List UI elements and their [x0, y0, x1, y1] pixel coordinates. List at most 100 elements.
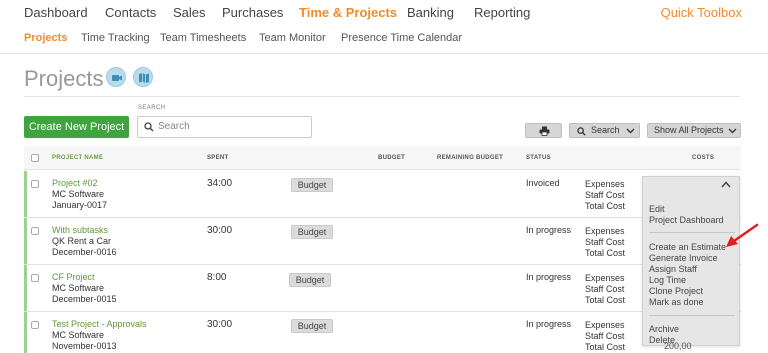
menu-item-create-estimate[interactable]: Create an Estimate: [649, 242, 726, 252]
create-new-project-button[interactable]: Create New Project: [24, 116, 129, 138]
print-icon: [539, 126, 550, 136]
search-button-label: Search: [591, 125, 620, 135]
row-status-bar: [24, 265, 27, 311]
col-costs[interactable]: COSTS: [692, 155, 714, 161]
video-icon[interactable]: [106, 67, 126, 87]
col-project-name[interactable]: PROJECT NAME: [52, 155, 103, 161]
cost-label: Expenses: [585, 320, 625, 330]
nav-reporting[interactable]: Reporting: [474, 5, 530, 20]
budget-button[interactable]: Budget: [291, 178, 333, 192]
menu-item-edit[interactable]: Edit: [649, 204, 665, 214]
cost-label: Staff Cost: [585, 284, 625, 294]
nav-contacts[interactable]: Contacts: [105, 5, 156, 20]
cost-label: Total Cost: [585, 248, 626, 258]
title-divider: [24, 96, 740, 97]
nav-time-projects[interactable]: Time & Projects: [299, 5, 397, 20]
row-checkbox[interactable]: [31, 180, 39, 188]
cost-label: Staff Cost: [585, 237, 625, 247]
chevron-up-icon[interactable]: [721, 181, 731, 188]
status-text: In progress: [526, 225, 572, 235]
budget-button[interactable]: Budget: [289, 273, 331, 287]
row-status-bar: [24, 171, 27, 217]
project-name-link[interactable]: Project #02: [52, 178, 98, 188]
filter-label: Show All Projects: [654, 125, 724, 135]
project-ref: November-0013: [52, 341, 117, 351]
red-arrow-annotation: [726, 223, 759, 247]
budget-button[interactable]: Budget: [291, 225, 333, 239]
menu-item-archive[interactable]: Archive: [649, 324, 679, 334]
top-nav: Dashboard Contacts Sales Purchases Time …: [0, 0, 768, 26]
table-row[interactable]: With subtasks QK Rent a Car December-001…: [24, 218, 741, 265]
subnav-team-monitor[interactable]: Team Monitor: [259, 32, 326, 44]
menu-item-clone-project[interactable]: Clone Project: [649, 286, 703, 296]
search-input[interactable]: Search: [137, 116, 312, 138]
row-checkbox[interactable]: [31, 227, 39, 235]
col-remaining-budget[interactable]: REMAINING BUDGET: [437, 155, 503, 161]
sub-nav: Projects Time Tracking Team Timesheets T…: [0, 26, 768, 54]
chevron-down-icon: [728, 128, 737, 134]
table-row[interactable]: CF Project MC Software December-0015 8:0…: [24, 265, 741, 312]
subnav-presence-calendar[interactable]: Presence Time Calendar: [341, 32, 462, 44]
cost-label: Total Cost: [585, 201, 626, 211]
table-row[interactable]: Test Project - Approvals MC Software Nov…: [24, 312, 741, 353]
page-title: Projects: [24, 66, 104, 91]
row-checkbox[interactable]: [31, 321, 39, 329]
subnav-projects[interactable]: Projects: [24, 32, 67, 44]
status-text: Invoiced: [526, 178, 560, 188]
spent-value: 8:00: [207, 272, 227, 283]
select-all-checkbox[interactable]: [31, 154, 39, 162]
project-actions-menu: Edit Project Dashboard Create an Estimat…: [642, 176, 740, 346]
spent-value: 30:00: [207, 319, 233, 330]
menu-item-assign-staff[interactable]: Assign Staff: [649, 264, 697, 274]
cost-label: Total Cost: [585, 342, 626, 352]
search-icon: [577, 127, 586, 136]
show-all-projects-dropdown[interactable]: Show All Projects: [647, 123, 741, 138]
quick-toolbox-link[interactable]: Quick Toolbox: [661, 5, 742, 20]
spent-value: 30:00: [207, 225, 233, 236]
project-ref: December-0015: [52, 294, 117, 304]
cost-label: Expenses: [585, 273, 625, 283]
col-budget[interactable]: BUDGET: [378, 155, 405, 161]
map-icon[interactable]: [133, 67, 153, 87]
cost-value-partial: 200,00: [664, 341, 692, 351]
project-name-link[interactable]: CF Project: [52, 272, 95, 282]
cost-label: Total Cost: [585, 295, 626, 305]
spent-value: 34:00: [207, 178, 233, 189]
cost-label: Expenses: [585, 226, 625, 236]
nav-dashboard[interactable]: Dashboard: [24, 5, 88, 20]
print-button[interactable]: [525, 123, 562, 138]
search-placeholder: Search: [158, 121, 190, 132]
cost-label: Expenses: [585, 179, 625, 189]
search-icon: [144, 122, 154, 132]
menu-item-generate-invoice[interactable]: Generate Invoice: [649, 253, 718, 263]
table-row[interactable]: Project #02 MC Software January-0017 34:…: [24, 171, 741, 218]
search-label: SEARCH: [138, 105, 166, 111]
col-spent[interactable]: SPENT: [207, 155, 229, 161]
chevron-down-icon: [626, 128, 635, 134]
row-status-bar: [24, 218, 27, 264]
nav-purchases[interactable]: Purchases: [222, 5, 283, 20]
project-name-link[interactable]: With subtasks: [52, 225, 108, 235]
menu-item-mark-as-done[interactable]: Mark as done: [649, 297, 704, 307]
project-ref: December-0016: [52, 247, 117, 257]
table-header: PROJECT NAME SPENT BUDGET REMAINING BUDG…: [24, 146, 741, 170]
menu-divider: [649, 315, 735, 316]
row-checkbox[interactable]: [31, 274, 39, 282]
search-dropdown-button[interactable]: Search: [569, 123, 640, 138]
project-client: MC Software: [52, 283, 105, 293]
col-status[interactable]: STATUS: [526, 155, 551, 161]
menu-item-log-time[interactable]: Log Time: [649, 275, 686, 285]
subnav-time-tracking[interactable]: Time Tracking: [81, 32, 150, 44]
project-ref: January-0017: [52, 200, 108, 210]
menu-divider: [649, 232, 735, 233]
menu-item-project-dashboard[interactable]: Project Dashboard: [649, 215, 724, 225]
row-status-bar: [24, 312, 27, 353]
subnav-team-timesheets[interactable]: Team Timesheets: [160, 32, 246, 44]
nav-banking[interactable]: Banking: [407, 5, 454, 20]
project-client: MC Software: [52, 330, 105, 340]
project-client: QK Rent a Car: [52, 236, 112, 246]
budget-button[interactable]: Budget: [291, 319, 333, 333]
cost-label: Staff Cost: [585, 331, 625, 341]
nav-sales[interactable]: Sales: [173, 5, 206, 20]
project-name-link[interactable]: Test Project - Approvals: [52, 319, 147, 329]
